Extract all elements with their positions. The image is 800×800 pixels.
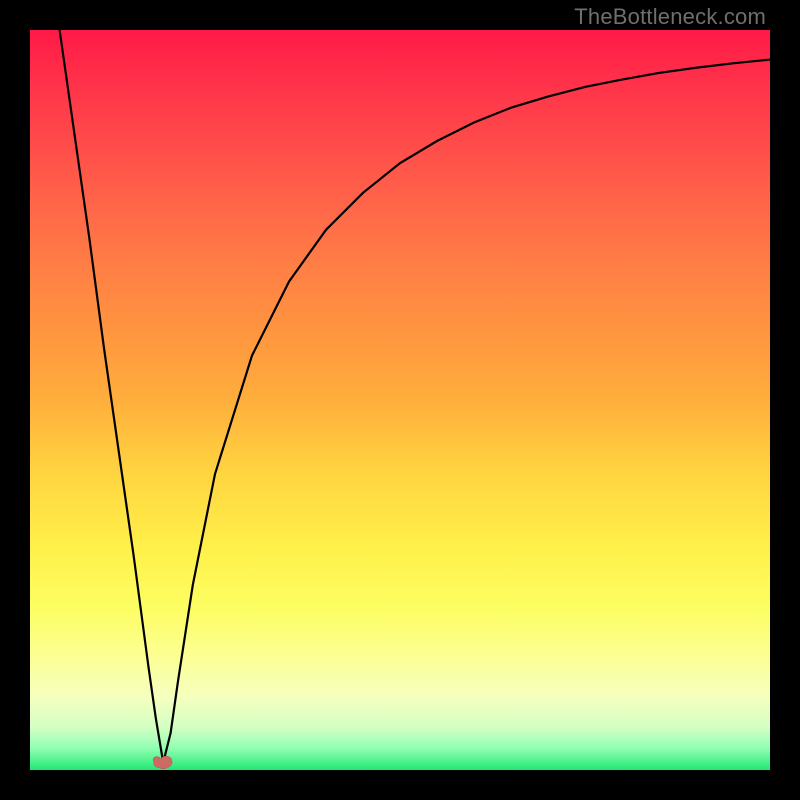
plot-area <box>30 30 770 770</box>
watermark-text: TheBottleneck.com <box>574 4 766 30</box>
bottleneck-curve <box>60 30 770 763</box>
chart-frame: TheBottleneck.com <box>0 0 800 800</box>
curve-layer <box>30 30 770 770</box>
heart-icon <box>149 753 177 773</box>
optimal-point-marker <box>149 753 177 773</box>
